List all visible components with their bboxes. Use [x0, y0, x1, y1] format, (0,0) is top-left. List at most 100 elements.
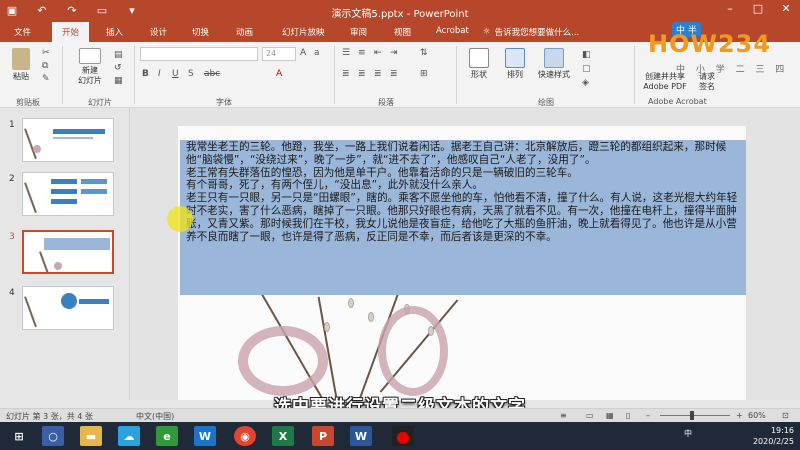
italic-icon[interactable]: I [158, 69, 161, 79]
numbering-icon[interactable]: ≡ [358, 48, 366, 58]
cut-icon[interactable]: ✂ [42, 48, 50, 58]
create-pdf-button[interactable]: 创建并共享 Adobe PDF [640, 72, 690, 92]
thumb-number-3: 3 [9, 232, 15, 242]
tab-file[interactable]: 文件 [14, 26, 31, 38]
tab-review[interactable]: 审阅 [350, 26, 367, 38]
file-explorer-icon[interactable]: ▬ [80, 426, 102, 446]
tab-home[interactable]: 开始 [52, 22, 90, 42]
group-label-drawing: 绘图 [538, 98, 554, 107]
zoom-in-icon[interactable]: + [736, 411, 743, 420]
underline-icon[interactable]: U [172, 69, 179, 79]
language-indicator[interactable]: 中文(中国) [136, 411, 174, 422]
window-controls: – □ ✕ [722, 2, 794, 15]
tell-me-text: 告诉我您想要做什么... [494, 28, 580, 38]
decrease-indent-icon[interactable]: ⇤ [374, 48, 382, 58]
group-label-slides: 幻灯片 [88, 98, 112, 107]
normal-view-icon[interactable]: ▭ [586, 411, 594, 420]
windows-taskbar: ⊞ ○ ▬ ☁ e W ◉ X P W ● 中 19:16 2020/2/25 [0, 422, 800, 450]
close-icon[interactable]: ✕ [778, 2, 794, 15]
font-color-icon[interactable]: A [276, 69, 282, 79]
sorter-view-icon[interactable]: ▦ [606, 411, 614, 420]
browser-e-icon[interactable]: e [156, 426, 178, 446]
text-paragraph-3: 有个哥哥，死了，有两个侄儿，“没出息”，此外就没什么亲人。 [186, 179, 484, 192]
word-icon[interactable]: W [350, 426, 372, 446]
zoom-slider-thumb[interactable] [690, 411, 694, 420]
group-label-font: 字体 [216, 98, 232, 107]
slide-thumbnail-4[interactable] [22, 286, 114, 330]
shape-outline-icon[interactable]: ▢ [582, 64, 591, 74]
copy-icon[interactable]: ⧉ [42, 61, 48, 71]
minimize-icon[interactable]: – [722, 2, 738, 15]
quick-style-icon [544, 48, 564, 68]
reset-icon[interactable]: ↺ [114, 63, 122, 73]
thumb-number-1: 1 [9, 120, 15, 130]
shape-fill-icon[interactable]: ◧ [582, 50, 591, 60]
bold-icon[interactable]: B [142, 69, 149, 79]
maximize-icon[interactable]: □ [750, 2, 766, 15]
thumb-number-2: 2 [9, 174, 15, 184]
text-paragraph-4: 老王只有一只眼，另一只是“田螺眼”，瞎的。乘客不愿坐他的车，怕他看不清，撞了什么… [186, 192, 738, 243]
excel-icon[interactable]: X [272, 426, 294, 446]
align-right-icon[interactable]: ≣ [374, 69, 382, 79]
tab-transitions[interactable]: 切换 [192, 26, 209, 38]
layout-icon[interactable]: ▤ [114, 50, 123, 60]
paste-button[interactable]: 粘贴 [8, 48, 34, 82]
font-name-box[interactable] [140, 47, 258, 61]
arrange-icon [505, 48, 525, 68]
ime-indicator[interactable]: 中 [684, 428, 692, 439]
chrome-icon[interactable]: ◉ [234, 426, 256, 446]
shape-button[interactable]: 形状 [464, 48, 494, 80]
arrange-button[interactable]: 排列 [500, 48, 530, 80]
format-painter-icon[interactable]: ✎ [42, 74, 50, 84]
shape-icon [469, 48, 489, 68]
slide-thumbnail-pane: 1 2 3 4 [0, 108, 130, 400]
search-icon[interactable]: ○ [42, 426, 64, 446]
powerpoint-icon[interactable]: P [312, 426, 334, 446]
shape-effects-icon[interactable]: ◈ [582, 78, 589, 88]
shadow-icon[interactable]: S [188, 69, 194, 79]
tab-design[interactable]: 设计 [150, 26, 167, 38]
section-icon[interactable]: ▦ [114, 76, 123, 86]
thumb-number-4: 4 [9, 288, 15, 298]
text-direction-icon[interactable]: ⇅ [420, 48, 428, 58]
smartart-icon[interactable]: ⊞ [420, 69, 428, 79]
zoom-level[interactable]: 60% [748, 411, 766, 420]
tab-acrobat[interactable]: Acrobat [436, 26, 469, 36]
new-slide-button[interactable]: 新建 幻灯片 [72, 48, 108, 86]
increase-indent-icon[interactable]: ⇥ [390, 48, 398, 58]
baidu-netdisk-icon[interactable]: ☁ [118, 426, 140, 446]
start-icon[interactable]: ⊞ [8, 426, 30, 446]
quick-style-button[interactable]: 快速样式 [534, 48, 574, 80]
bullets-icon[interactable]: ☰ [342, 48, 350, 58]
document-title: 演示文稿5.pptx - PowerPoint [331, 9, 469, 20]
shrink-font-icon[interactable]: a [314, 48, 320, 58]
tab-slideshow[interactable]: 幻灯片放映 [282, 26, 325, 38]
slide-thumbnail-3[interactable] [22, 230, 114, 274]
font-size-box[interactable]: 24 [262, 47, 296, 61]
wps-icon[interactable]: W [194, 426, 216, 446]
align-center-icon[interactable]: ≣ [358, 69, 366, 79]
slide-thumbnail-1[interactable] [22, 118, 114, 162]
mouse-cursor-highlight [167, 206, 193, 232]
reading-view-icon[interactable]: ▯ [626, 411, 630, 420]
request-signature-button[interactable]: 请求 签名 [694, 72, 720, 92]
align-left-icon[interactable]: ≣ [342, 69, 350, 79]
justify-icon[interactable]: ≣ [390, 69, 398, 79]
zoom-slider[interactable] [660, 415, 730, 416]
slide-text-box[interactable]: 我常坐老王的三轮。他蹬，我坐，一路上我们说着闲话。据老王自己讲：北京解放后，蹬三… [186, 141, 742, 243]
tell-me-box[interactable]: ☼ 告诉我您想要做什么... [483, 26, 579, 38]
tab-insert[interactable]: 插入 [106, 26, 123, 38]
notes-icon[interactable]: ≡ [560, 411, 567, 420]
fit-slide-icon[interactable]: ⊡ [782, 411, 789, 420]
tab-view[interactable]: 视图 [394, 26, 411, 38]
grow-font-icon[interactable]: A [300, 48, 306, 58]
how234-logo: HOW234 [648, 30, 772, 58]
strikethrough-icon[interactable]: abc [204, 69, 220, 79]
tab-animations[interactable]: 动画 [236, 26, 253, 38]
zoom-out-icon[interactable]: – [646, 411, 650, 420]
record-icon[interactable]: ● [392, 426, 414, 446]
group-label-acrobat: Adobe Acrobat [648, 97, 707, 106]
slide-thumbnail-2[interactable] [22, 172, 114, 216]
new-slide-icon [79, 48, 101, 64]
system-clock[interactable]: 19:16 2020/2/25 [753, 425, 794, 447]
